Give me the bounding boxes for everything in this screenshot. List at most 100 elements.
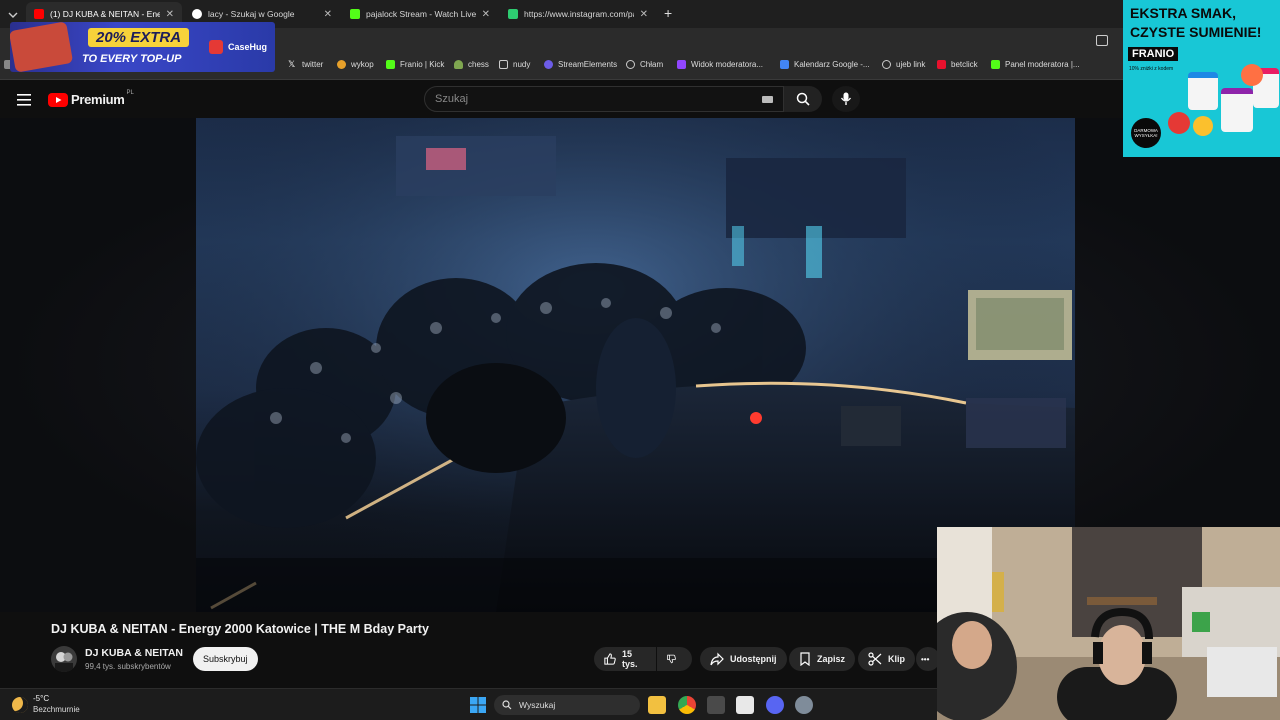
settings-gear-icon[interactable] <box>795 696 813 714</box>
dislike-button[interactable] <box>657 647 692 671</box>
bookmark-item[interactable]: Kalendarz Google -... <box>780 60 870 69</box>
browser-tab[interactable]: https://www.instagram.com/pa ✕ <box>500 2 656 26</box>
close-tab-icon[interactable]: ✕ <box>482 9 490 20</box>
bookmark-label: StreamElements <box>558 60 618 69</box>
bookmark-item[interactable]: Panel moderatora |... <box>991 60 1080 69</box>
kick-icon <box>991 60 1000 69</box>
windows-start-icon[interactable] <box>470 697 486 713</box>
youtube-logo[interactable]: Premium PL <box>48 89 134 107</box>
kick-icon <box>386 60 395 69</box>
youtube-logo-text: Premium <box>71 92 125 107</box>
channel-avatar[interactable] <box>51 646 77 672</box>
franio-ad-banner: EKSTRA SMAK, CZYSTE SUMIENIE! FRANIO 10%… <box>1123 0 1280 157</box>
webcam-feed-image <box>937 527 1280 720</box>
bookmark-label: Chłam <box>640 60 664 69</box>
taskbar-search-placeholder: Wyszukaj <box>519 700 556 710</box>
bookmark-item[interactable]: betclick <box>937 60 978 69</box>
bookmark-item[interactable]: Widok moderatora... <box>677 60 763 69</box>
app-icon[interactable] <box>707 696 725 714</box>
bookmark-label: Franio | Kick <box>400 60 445 69</box>
share-icon <box>710 652 724 666</box>
new-tab-button[interactable]: + <box>664 5 672 21</box>
microphone-icon <box>840 92 852 105</box>
ad-subline-text: TO EVERY TOP-UP <box>82 53 182 65</box>
scissors-icon <box>868 652 882 666</box>
discord-icon[interactable] <box>766 696 784 714</box>
ad-brand-text: CaseHug <box>228 42 268 52</box>
subscriber-count: 99,4 tys. subskrybentów <box>85 662 171 671</box>
bookmark-label: Panel moderatora |... <box>1005 60 1080 69</box>
treasure-chest-icon <box>10 22 74 72</box>
x-icon: 𝕏 <box>288 59 296 69</box>
ad-tagline: 10% zniżki z kodem <box>1129 66 1174 72</box>
ad-brand: FRANIO <box>1128 47 1179 61</box>
save-button[interactable]: Zapisz <box>789 647 856 671</box>
video-title: DJ KUBA & NEITAN - Energy 2000 Katowice … <box>51 622 429 636</box>
thumbs-up-icon <box>604 653 616 665</box>
tab-title: lacy - Szukaj w Google <box>208 9 295 19</box>
calendar-icon <box>780 60 789 69</box>
bookmark-item[interactable]: wykop <box>337 60 374 69</box>
like-button[interactable]: 15 tys. <box>594 647 656 671</box>
bookmark-item[interactable]: Franio | Kick <box>386 60 444 69</box>
youtube-play-icon <box>48 92 68 107</box>
bookmark-label: twitter <box>302 60 324 69</box>
bookmark-item[interactable]: nudy <box>499 60 530 69</box>
ad-badge: DARMOWA WYSYŁKA! <box>1131 118 1161 148</box>
file-explorer-icon[interactable] <box>648 696 666 714</box>
like-count: 15 tys. <box>621 649 638 669</box>
menu-hamburger-icon[interactable] <box>17 93 31 106</box>
tab-title: https://www.instagram.com/pa <box>524 9 634 19</box>
kick-favicon-icon <box>350 9 360 19</box>
close-tab-icon[interactable]: ✕ <box>640 9 648 20</box>
bookmark-label: betclick <box>951 60 978 69</box>
app-icon[interactable] <box>736 696 754 714</box>
streamelements-icon <box>544 60 553 69</box>
bookmark-item[interactable]: chess <box>454 60 489 69</box>
close-tab-icon[interactable]: ✕ <box>324 9 332 20</box>
product-jar-image <box>1188 72 1218 110</box>
chrome-icon[interactable] <box>678 696 696 714</box>
ad-headline-2: CZYSTE SUMIENIE! <box>1130 24 1262 40</box>
channel-name[interactable]: DJ KUBA & NEITAN <box>85 647 183 659</box>
fruit-image <box>1241 64 1263 86</box>
streamer-webcam-overlay <box>937 527 1280 720</box>
bookmark-item[interactable]: ujeb link <box>882 60 925 69</box>
google-favicon-icon <box>192 9 202 19</box>
subscribe-button[interactable]: Subskrybuj <box>193 647 258 671</box>
share-button[interactable]: Udostępnij <box>700 647 787 671</box>
clip-label: Klip <box>888 654 905 664</box>
wykop-icon <box>337 60 346 69</box>
betclick-icon <box>937 60 946 69</box>
bookmark-label: ujeb link <box>896 60 926 69</box>
casehug-logo-icon <box>209 40 223 54</box>
bookmark-label: chess <box>468 60 489 69</box>
bookmark-label: Widok moderatora... <box>691 60 764 69</box>
tab-title: (1) DJ KUBA & NEITAN - Energy <box>50 9 160 19</box>
bookmark-label: nudy <box>513 60 531 69</box>
bookmark-icon <box>800 652 810 666</box>
bookmark-label: Kalendarz Google -... <box>794 60 870 69</box>
close-tab-icon[interactable]: ✕ <box>166 9 174 20</box>
twitch-icon <box>677 60 686 69</box>
bookmark-item[interactable]: StreamElements <box>544 60 617 69</box>
install-app-icon[interactable] <box>1096 35 1108 46</box>
weather-moon-icon[interactable] <box>12 697 28 713</box>
keyboard-icon[interactable] <box>762 96 773 103</box>
voice-search-button[interactable] <box>832 86 860 112</box>
product-jar-image <box>1221 88 1253 132</box>
youtube-header: Premium PL Szukaj <box>0 80 1280 118</box>
browser-tab[interactable]: pajalock Stream - Watch Live o ✕ <box>342 2 498 26</box>
search-icon <box>502 700 512 710</box>
pawn-icon <box>454 60 463 69</box>
tab-list-chevron-icon[interactable] <box>6 8 20 22</box>
youtube-region-code: PL <box>126 89 134 96</box>
search-input[interactable]: Szukaj <box>424 86 784 112</box>
taskbar-search-input[interactable]: Wyszukaj <box>494 695 640 715</box>
bookmark-item[interactable]: Chłam <box>626 60 663 69</box>
share-label: Udostępnij <box>730 654 777 664</box>
search-button[interactable] <box>784 86 822 112</box>
web-favicon-icon <box>508 9 518 19</box>
bookmark-item[interactable]: 𝕏twitter <box>288 59 324 70</box>
clip-button[interactable]: Klip <box>858 647 915 671</box>
